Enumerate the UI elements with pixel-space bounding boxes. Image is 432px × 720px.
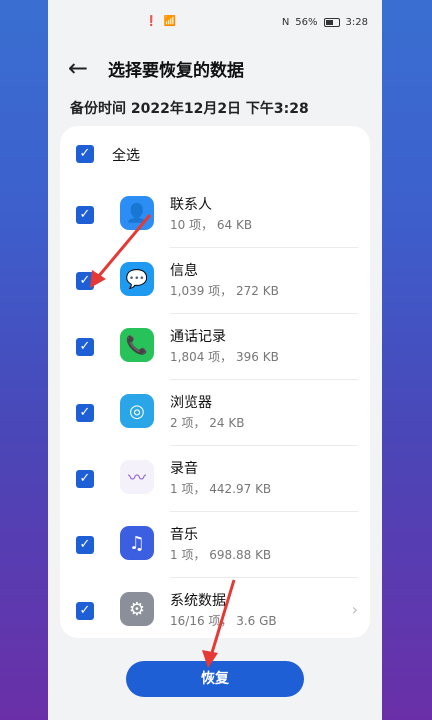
- item-name: 通话记录: [170, 329, 226, 345]
- music-icon: ♫: [120, 526, 154, 560]
- item-checkbox[interactable]: ✓: [76, 536, 94, 554]
- browser-icon: ◎: [120, 394, 154, 428]
- data-list-card: ✓ 全选 ✓ 👤 联系人 10 项， 64 KB ✓ 💬 信息 1,039 项， 272 KB…: [60, 126, 370, 638]
- system-data-icon: ⚙: [120, 592, 154, 626]
- item-name: 浏览器: [170, 395, 212, 411]
- item-checkbox[interactable]: ✓: [76, 602, 94, 620]
- backup-time: 备份时间 2022年12月2日 下午3:28: [70, 101, 309, 117]
- item-meta: 16/16 项， 3.6 GB: [170, 614, 277, 628]
- chevron-right-icon[interactable]: ›: [352, 600, 358, 619]
- item-meta: 1 项， 442.97 KB: [170, 482, 272, 496]
- status-bar: ❗ 📶 N 56% 3:28: [48, 0, 382, 44]
- list-item[interactable]: ✓ ♫ 音乐 1 项， 698.88 KB: [60, 512, 370, 578]
- battery-icon: [323, 18, 340, 27]
- item-meta: 2 项， 24 KB: [170, 416, 245, 430]
- list-item[interactable]: ✓ 📞 通话记录 1,804 项， 396 KB: [60, 314, 370, 380]
- alert-icon: ❗: [145, 16, 158, 27]
- item-checkbox[interactable]: ✓: [76, 206, 94, 224]
- battery-percent: 56%: [295, 17, 318, 28]
- clock: 3:28: [345, 17, 368, 28]
- select-all-label: 全选: [112, 148, 140, 164]
- list-item[interactable]: ✓ 👤 联系人 10 项， 64 KB: [60, 182, 370, 248]
- item-meta: 1,804 项， 396 KB: [170, 350, 279, 364]
- phone-screen: ❗ 📶 N 56% 3:28 ← 选择要恢复的数据 备份时间 2022年12月2…: [48, 0, 382, 720]
- recorder-icon: 〰: [120, 460, 154, 494]
- contacts-icon: 👤: [120, 196, 154, 230]
- messages-icon: 💬: [120, 262, 154, 296]
- list-item[interactable]: ✓ 💬 信息 1,039 项， 272 KB: [60, 248, 370, 314]
- status-right: N 56% 3:28: [282, 17, 368, 28]
- status-left: ❗ 📶: [145, 17, 176, 27]
- nfc-icon: N: [281, 16, 290, 28]
- item-meta: 1 项， 698.88 KB: [170, 548, 272, 562]
- item-name: 联系人: [170, 197, 212, 213]
- back-arrow-icon[interactable]: ←: [68, 54, 96, 82]
- item-name: 录音: [170, 461, 198, 477]
- item-meta: 10 项， 64 KB: [170, 218, 253, 232]
- item-meta: 1,039 项， 272 KB: [170, 284, 279, 298]
- list-item[interactable]: ✓ ⚙ 系统数据 16/16 项， 3.6 GB ›: [60, 578, 370, 638]
- select-all-checkbox[interactable]: ✓: [76, 145, 94, 163]
- list-item[interactable]: ✓ 〰录音 1 项， 442.97 KB: [60, 446, 370, 512]
- phone-icon: 📞: [120, 328, 154, 362]
- item-checkbox[interactable]: ✓: [76, 404, 94, 422]
- header: ← 选择要恢复的数据: [48, 50, 382, 86]
- restore-button[interactable]: 恢复: [126, 661, 304, 697]
- item-checkbox[interactable]: ✓: [76, 272, 94, 290]
- item-name: 系统数据: [170, 593, 226, 609]
- item-checkbox[interactable]: ✓: [76, 338, 94, 356]
- item-name: 音乐: [170, 527, 198, 543]
- wifi-icon: 📶: [163, 16, 176, 27]
- list-item[interactable]: ✓ ◎ 浏览器 2 项， 24 KB: [60, 380, 370, 446]
- item-checkbox[interactable]: ✓: [76, 470, 94, 488]
- item-name: 信息: [170, 263, 198, 279]
- page-title: 选择要恢复的数据: [108, 61, 244, 81]
